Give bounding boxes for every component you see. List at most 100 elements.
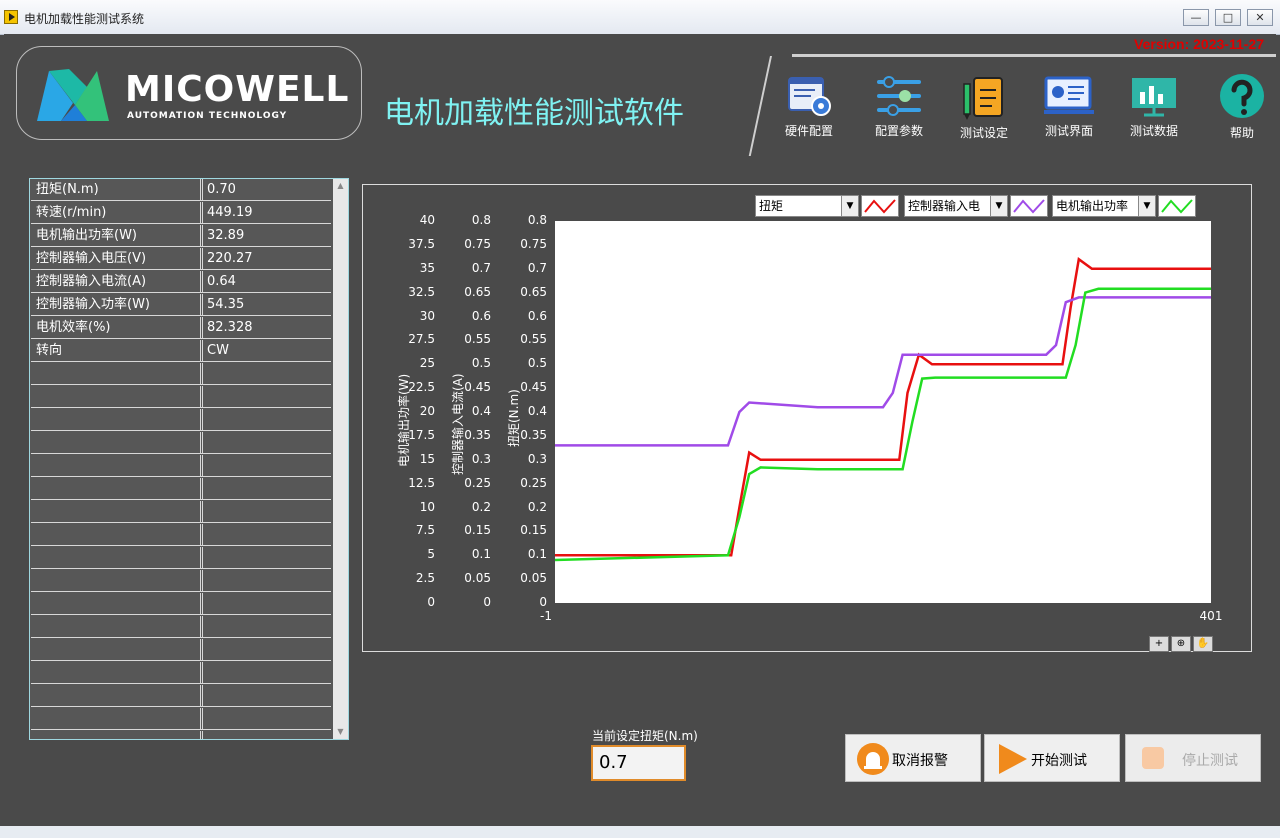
table-cell-name — [31, 616, 201, 638]
torque-tick: 0.8 — [527, 213, 547, 227]
table-row: 电机输出功率(W) 32.89 — [31, 225, 331, 247]
version-label: Version: 2023-11-27 — [1134, 36, 1264, 52]
scroll-down-icon[interactable]: ▼ — [333, 725, 348, 739]
waveform-chart: 扭矩 ▼ 控制器输入电 ▼ 电机输出功率 ▼ 40 37.5 35 32.5 30 27.… — [362, 184, 1252, 652]
table-cell-value: 0.70 — [202, 179, 331, 201]
torque-tick: 0.05 — [520, 571, 547, 586]
torque-tick: 0.25 — [520, 475, 547, 490]
axis-label-torque: 扭矩(N.m) — [507, 389, 521, 447]
scroll-up-icon[interactable]: ▲ — [333, 179, 348, 193]
legend-select-power[interactable]: 电机输出功率 ▼ — [1052, 195, 1156, 217]
test-screen-button[interactable]: 测试界面 — [1029, 74, 1109, 144]
table-cell-value — [202, 455, 331, 477]
table-row — [31, 524, 331, 546]
table-row — [31, 639, 331, 661]
table-cell-value: 54.35 — [202, 294, 331, 316]
toolbar-label-help: 帮助 — [1229, 126, 1254, 140]
stop-test-button[interactable]: 停止测试 — [1125, 734, 1261, 782]
table-cell-name: 扭矩(N.m) — [31, 179, 201, 201]
table-cell-value — [202, 570, 331, 592]
pan-tool-icon[interactable]: ✋ — [1193, 636, 1213, 652]
torque-tick: 0.55 — [520, 332, 547, 347]
start-test-button[interactable]: 开始测试 — [984, 734, 1120, 782]
table-row — [31, 685, 331, 707]
measurement-table: ▲ ▼ 扭矩(N.m) 0.70 转速(r/min) 449.19 电机输出功率(W) 3… — [29, 178, 349, 740]
toolbar-label-hardware: 硬件配置 — [784, 124, 833, 138]
current-tick: 0.5 — [471, 356, 491, 371]
table-row — [31, 455, 331, 477]
cancel-alarm-button[interactable]: 取消报警 — [845, 734, 981, 782]
table-cell-value — [202, 708, 331, 730]
table-cell-value: 449.19 — [202, 202, 331, 224]
main-panel: Version: 2023-11-27 MICOWELL AUTOMATION … — [4, 34, 1276, 826]
test-settings-button[interactable]: 测试设定 — [944, 74, 1024, 144]
table-row — [31, 386, 331, 408]
power-tick: 27.5 — [408, 332, 435, 347]
stop-icon — [1142, 747, 1164, 769]
axis-label-power: 电机输出功率(W) — [397, 373, 411, 467]
power-tick: 12.5 — [408, 475, 435, 490]
legend-select-current[interactable]: 控制器输入电 ▼ — [904, 195, 1008, 217]
current-tick: 0.65 — [464, 284, 491, 299]
table-row: 控制器输入电压(V) 220.27 — [31, 248, 331, 270]
table-cell-name: 电机效率(%) — [31, 317, 201, 339]
table-cell-name — [31, 547, 201, 569]
power-tick: 35 — [419, 260, 435, 275]
toolbar-label-test-settings: 测试设定 — [959, 126, 1008, 140]
table-row — [31, 708, 331, 730]
minimize-button[interactable]: — — [1183, 9, 1209, 26]
stop-test-label: 停止测试 — [1182, 753, 1238, 769]
table-cell-name: 电机输出功率(W) — [31, 225, 201, 247]
table-cell-value — [202, 731, 331, 739]
config-params-button[interactable]: 配置参数 — [859, 74, 939, 144]
current-tick: 0.7 — [471, 260, 491, 275]
legend-label-torque: 扭矩 — [759, 199, 784, 213]
table-row: 转速(r/min) 449.19 — [31, 202, 331, 224]
hardware-config-button[interactable]: 硬件配置 — [769, 74, 849, 144]
hardware-config-icon — [788, 77, 831, 116]
close-button[interactable]: ✕ — [1247, 9, 1273, 26]
table-cell-name — [31, 432, 201, 454]
power-tick: 37.5 — [408, 236, 435, 251]
current-tick: 0.25 — [464, 475, 491, 490]
table-cell-value — [202, 662, 331, 684]
power-tick: 32.5 — [408, 284, 435, 299]
table-cell-name — [31, 593, 201, 615]
torque-tick: 0.1 — [527, 547, 547, 562]
current-tick: 0.15 — [464, 523, 491, 538]
table-row: 控制器输入功率(W) 54.35 — [31, 294, 331, 316]
table-cell-name — [31, 386, 201, 408]
torque-tick: 0.2 — [527, 499, 547, 514]
test-data-button[interactable]: 测试数据 — [1114, 74, 1194, 144]
config-params-icon — [877, 76, 921, 116]
power-tick: 0 — [427, 595, 435, 609]
current-tick: 0.55 — [464, 332, 491, 347]
test-settings-icon — [963, 77, 1003, 120]
micowell-logo-icon — [37, 69, 109, 121]
table-row — [31, 662, 331, 684]
cancel-alarm-label: 取消报警 — [892, 753, 948, 769]
table-cell-name — [31, 570, 201, 592]
table-cell-name — [31, 524, 201, 546]
table-scrollbar[interactable]: ▲ ▼ — [333, 179, 348, 739]
legend-select-torque[interactable]: 扭矩 ▼ — [755, 195, 859, 217]
legend-swatch-current[interactable] — [1010, 195, 1048, 217]
zoom-tool-icon[interactable]: ⊕ — [1171, 636, 1191, 652]
table-cell-name — [31, 662, 201, 684]
power-tick: 7.5 — [415, 523, 435, 538]
legend-swatch-torque[interactable] — [861, 195, 899, 217]
torque-tick: 0.65 — [520, 284, 547, 299]
table-row: 控制器输入电流(A) 0.64 — [31, 271, 331, 293]
torque-tick: 0.6 — [527, 308, 547, 323]
cursor-tool-icon[interactable]: + — [1149, 636, 1169, 652]
set-torque-display: 0.7 — [591, 745, 686, 781]
table-cell-name — [31, 708, 201, 730]
legend-swatch-power[interactable] — [1158, 195, 1196, 217]
axis-label-current: 控制器输入电流(A) — [451, 373, 465, 475]
toolbar-label-test-screen: 测试界面 — [1044, 124, 1093, 138]
table-row — [31, 570, 331, 592]
maximize-button[interactable]: □ — [1215, 9, 1241, 26]
help-button[interactable]: 帮助 — [1202, 74, 1280, 144]
table-row — [31, 616, 331, 638]
table-cell-name: 控制器输入功率(W) — [31, 294, 201, 316]
